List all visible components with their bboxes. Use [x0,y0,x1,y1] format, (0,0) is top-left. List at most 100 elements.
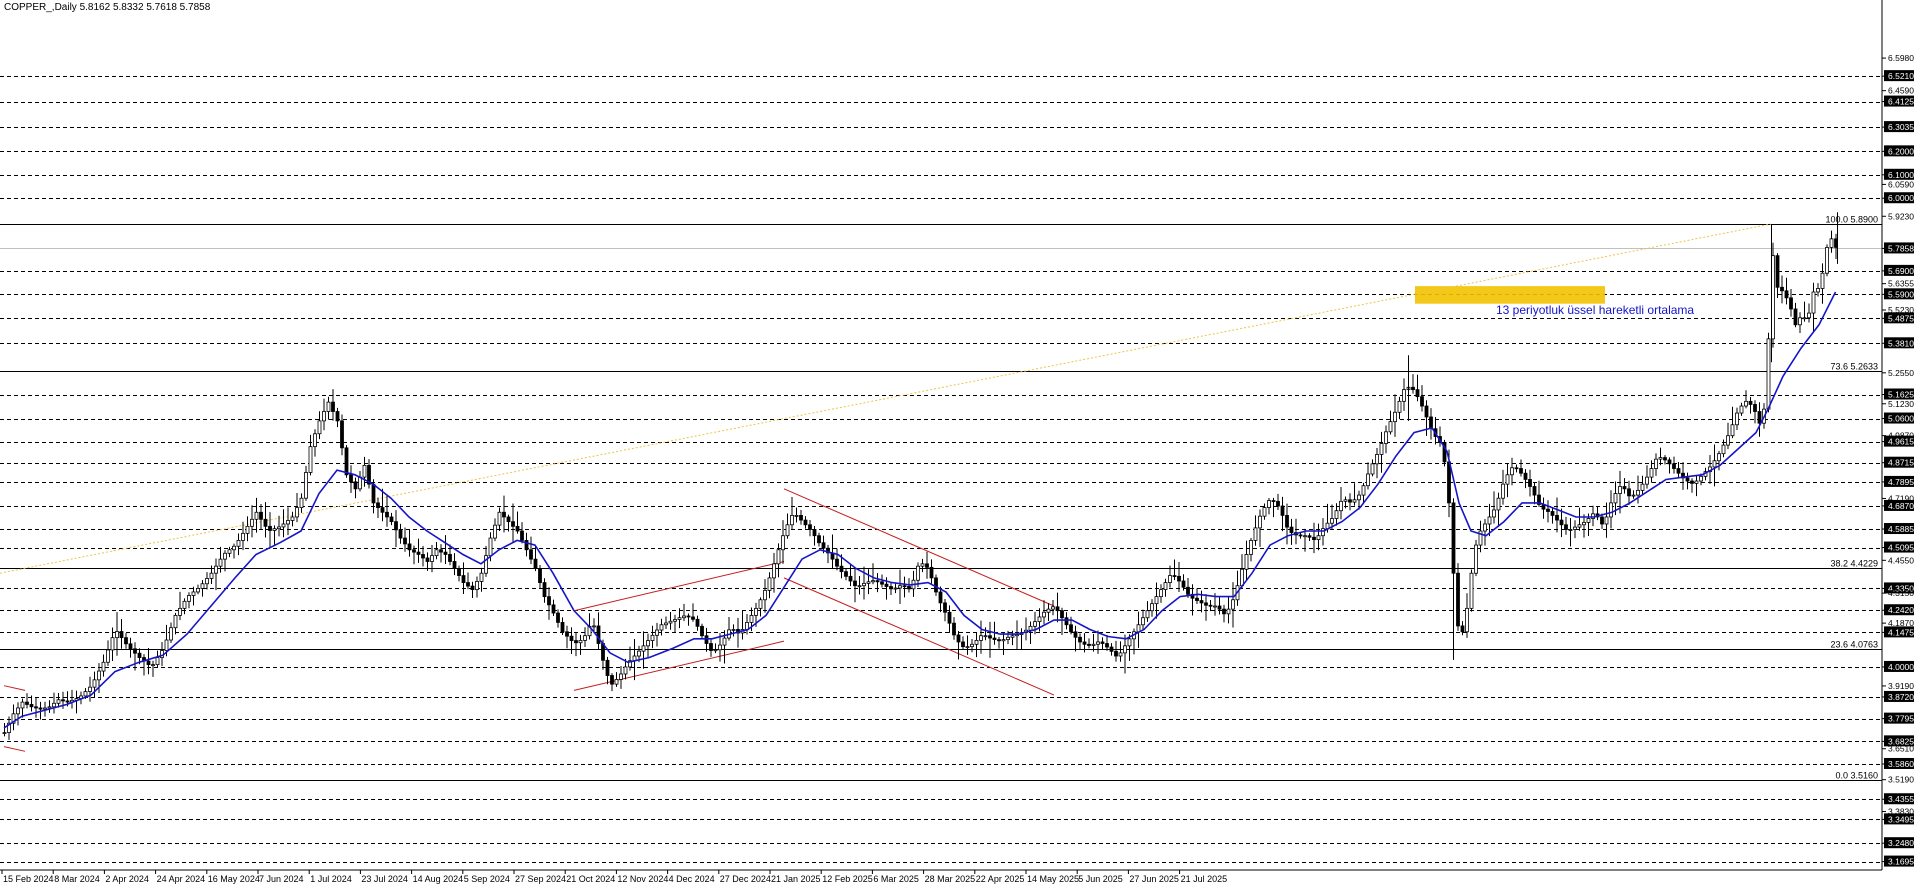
candle-body [272,528,277,531]
time-tick-label: 27 Dec 2024 [720,874,771,884]
fibonacci-label: 23.6 4.0763 [1830,640,1878,650]
candle-body [1784,290,1789,299]
candle-body [844,571,848,577]
price-tick-label: 6.4125 [1888,97,1914,107]
candle-body [241,532,245,541]
candle-body [493,524,497,539]
candle-body [1654,458,1658,469]
price-tick-label: 3.3495 [1888,814,1914,824]
time-tick-label: 12 Nov 2024 [617,874,668,884]
candle-body [1429,416,1433,430]
candle-body [1271,500,1276,502]
candle-body [430,555,434,562]
candle-body [547,596,551,606]
candle-body [1546,508,1550,512]
candle-body [1465,607,1469,633]
candle-body [970,643,974,648]
candle-body [1582,522,1586,526]
candle-body [853,580,857,587]
price-tick-label: 4.1475 [1888,627,1914,637]
candle-body [1001,639,1006,642]
candle-body [1501,483,1505,499]
candle-body [920,563,925,567]
ema-annotation: 13 periyotluk üssel hareketli ortalama [1496,303,1695,317]
candle-body [1262,507,1267,517]
candle-body [1366,473,1370,487]
price-tick-label: 4.4550 [1888,555,1914,565]
candle-body [1775,255,1780,288]
candle-body [875,580,880,583]
candle-body [1766,338,1771,410]
candle-body [1339,500,1343,512]
candle-body [947,611,952,624]
price-tick-label: 3.8720 [1888,692,1914,702]
candle-body [1456,572,1460,627]
candle-body [691,616,695,620]
candle-body [1649,468,1654,478]
candle-body [466,582,470,587]
candle-body [1658,457,1663,460]
candle-body [1627,488,1631,497]
candle-body [1415,389,1420,398]
candle-body [925,563,929,568]
candle-body [434,549,439,557]
candle-body [1496,497,1501,511]
candle-body [538,568,542,583]
candle-body [56,699,61,704]
candle-body [416,551,421,555]
price-tick-label: 4.6870 [1888,501,1914,511]
candle-body [218,558,223,567]
candle-body [25,701,29,705]
candle-body [763,589,767,601]
candle-body [1073,631,1078,638]
time-tick-label: 14 May 2025 [1027,874,1079,884]
candle-body [1735,412,1739,426]
candle-body [61,699,65,702]
candle-body [776,549,781,565]
price-chart[interactable]: 100.0 5.8900 73.6 5.2633 38.2 4.4229 23.6 4… [0,0,1916,888]
price-tick-label: 6.0590 [1888,179,1914,189]
candle-body [1640,483,1645,491]
candle-body [394,521,398,531]
candle-body [1352,499,1357,503]
fibonacci-label: 100.0 5.8900 [1825,215,1878,225]
candle-body [983,635,988,638]
candle-body [821,542,826,549]
candle-body [173,614,178,629]
candle-body [767,577,772,591]
candle-body [1321,528,1325,537]
price-tick-label: 3.5190 [1888,775,1914,785]
candle-body [389,516,394,523]
candle-body [448,554,452,562]
candle-body [961,641,965,648]
candle-body [137,652,142,658]
candle-body [1676,468,1681,474]
candle-body [803,519,808,526]
price-tick-label: 6.0000 [1888,193,1914,203]
price-tick-label: 3.9190 [1888,681,1914,691]
candle-body [1739,405,1744,414]
candle-body [1609,502,1613,518]
price-tick-label: 3.7795 [1888,714,1914,724]
candle-body [619,673,623,680]
price-axis[interactable]: 6.5980 6.5210 6.45906.4125 6.3035 6.2000 6.10… [1882,53,1914,867]
candle-body [16,707,20,715]
candle-body [578,639,583,644]
candle-body [1118,652,1123,657]
price-tick-label: 3.4355 [1888,794,1914,804]
time-tick-label: 5 Jun 2025 [1078,874,1123,884]
candle-body [403,537,407,545]
candle-body [1343,499,1348,502]
candle-body [52,702,56,708]
candle-body [934,577,938,593]
candle-body [893,587,898,590]
candle-body [1802,317,1807,320]
candle-body [974,639,979,645]
candle-body [1559,519,1564,526]
candle-body [718,644,722,651]
candle-body [497,511,502,526]
candle-body [529,549,533,560]
time-tick-label: 16 May 2024 [208,874,260,884]
candle-body [1114,650,1118,657]
candle-body [866,581,871,584]
